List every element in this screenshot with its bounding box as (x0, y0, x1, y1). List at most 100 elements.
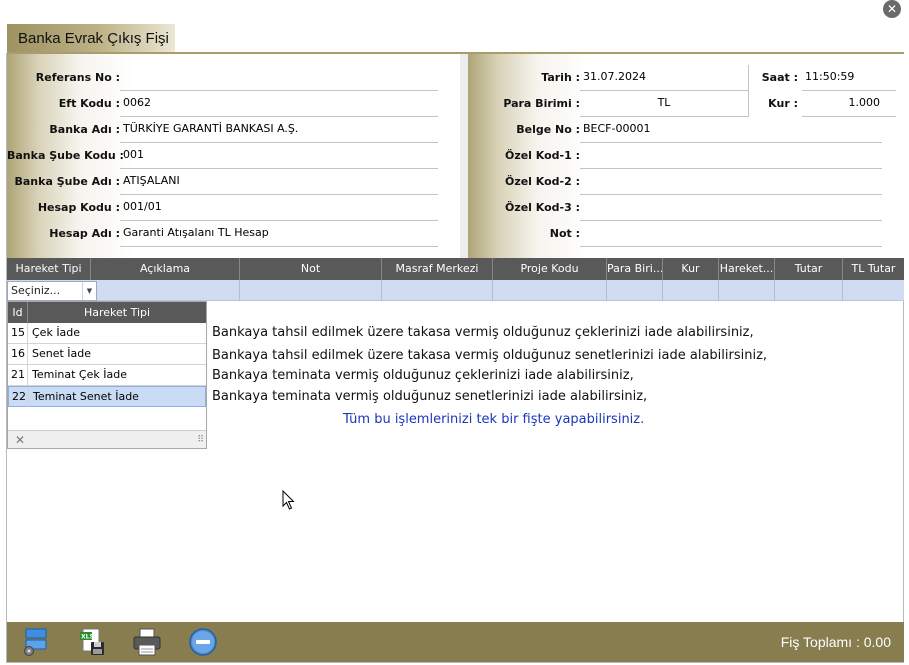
cell-tutar[interactable] (775, 280, 843, 301)
field-label: Not : (549, 227, 580, 240)
hareket-tipi-dropdown: Id Hareket Tipi 15 Çek İade 16 Senet İad… (7, 301, 207, 449)
info-line: Bankaya teminata vermiş olduğunuz çekler… (212, 368, 634, 383)
dropdown-item[interactable]: 21 Teminat Çek İade (8, 365, 206, 386)
tarih-input[interactable]: 31.07.2024 (580, 65, 748, 91)
ozel-kod-3-input[interactable] (580, 195, 882, 221)
dropdown-header-id[interactable]: Id (8, 302, 28, 323)
close-button[interactable]: ✕ (883, 0, 901, 18)
dropdown-item-id: 21 (8, 365, 28, 385)
dropdown-item-name: Çek İade (32, 326, 81, 339)
column-header-hareket-tipi[interactable]: Hareket Tipi (7, 258, 91, 280)
excel-export-icon[interactable]: XLS (77, 627, 107, 657)
field-tarih-saat: Tarih : 31.07.2024 Saat : 11:50:59 (468, 65, 904, 91)
field-label: Özel Kod-1 : (504, 149, 580, 162)
dropdown-item-id: 15 (8, 323, 28, 343)
field-label: Para Birimi : (503, 97, 580, 110)
close-icon[interactable]: ✕ (15, 431, 25, 449)
field-label: Özel Kod-3 : (504, 201, 580, 214)
kur-input[interactable]: 1.000 (802, 91, 896, 117)
panel-divider (460, 54, 468, 258)
svg-text:XLS: XLS (81, 634, 94, 641)
referans-no-input[interactable] (120, 65, 438, 91)
field-label: Banka Şube Adı : (14, 175, 120, 188)
chevron-down-icon[interactable]: ▼ (82, 282, 96, 300)
footer-toolbar: XLS Fiş Toplamı : 0.00 (7, 622, 904, 662)
field-hesap-kodu: Hesap Kodu : 001/01 (7, 195, 460, 221)
info-line: Bankaya tahsil edilmek üzere takasa verm… (212, 348, 768, 363)
dropdown-header: Id Hareket Tipi (8, 302, 206, 323)
cell-tl-tutar[interactable] (843, 280, 904, 301)
dropdown-item-name: Senet İade (32, 347, 92, 360)
column-header-tutar[interactable]: Tutar (775, 258, 843, 280)
column-header-kur[interactable]: Kur (663, 258, 719, 280)
dropdown-item-id: 16 (8, 344, 28, 364)
cell-aciklama[interactable] (91, 280, 240, 301)
column-header-not[interactable]: Not (240, 258, 382, 280)
combo-placeholder: Seçiniz... (11, 284, 61, 297)
field-eft-kodu: Eft Kodu : 0062 (7, 91, 460, 117)
field-label: Hesap Adı : (49, 227, 120, 240)
field-ozel-kod-3: Özel Kod-3 : (468, 195, 904, 221)
field-label: Belge No : (516, 123, 580, 136)
field-banka-adi: Banka Adı : TÜRKİYE GARANTİ BANKASI A.Ş. (7, 117, 460, 143)
field-not: Not : (468, 221, 904, 247)
settings-icon[interactable] (20, 627, 50, 657)
para-birimi-select[interactable]: TL (580, 91, 748, 117)
hesap-adi-input[interactable]: Garanti Atışalanı TL Hesap (120, 221, 438, 247)
bank-info-panel: Referans No : Eft Kodu : 0062 Banka Adı … (7, 54, 460, 258)
cell-not[interactable] (240, 280, 382, 301)
column-header-hareket[interactable]: Hareket... (719, 258, 775, 280)
field-label: Kur : (768, 97, 798, 110)
info-line: Bankaya tahsil edilmek üzere takasa verm… (212, 325, 754, 340)
column-header-proje-kodu[interactable]: Proje Kodu (493, 258, 607, 280)
info-summary: Tüm bu işlemlerinizi tek bir fişte yapab… (343, 412, 645, 427)
cell-masraf-merkezi[interactable] (382, 280, 493, 301)
remove-icon[interactable] (188, 627, 218, 657)
document-info-panel: Tarih : 31.07.2024 Saat : 11:50:59 Para … (468, 54, 904, 258)
ozel-kod-2-input[interactable] (580, 169, 882, 195)
cell-hareket[interactable] (719, 280, 775, 301)
field-label: Tarih : (541, 71, 580, 84)
field-label: Saat : (761, 71, 798, 84)
grid-header: Hareket Tipi Açıklama Not Masraf Merkezi… (7, 258, 904, 280)
window-title: Banka Evrak Çıkış Fişi (7, 24, 175, 53)
dropdown-item-selected[interactable]: 22 Teminat Senet İade (8, 386, 206, 407)
column-header-aciklama[interactable]: Açıklama (91, 258, 240, 280)
not-input[interactable] (580, 221, 882, 247)
field-label: Hesap Kodu : (37, 201, 120, 214)
field-label: Banka Adı : (49, 123, 120, 136)
field-label: Özel Kod-2 : (504, 175, 580, 188)
field-referans-no: Referans No : (7, 65, 460, 91)
grid-new-row: Seçiniz... ▼ (7, 280, 904, 301)
fis-toplami: Fiş Toplamı : 0.00 (780, 634, 891, 650)
dropdown-header-name[interactable]: Hareket Tipi (28, 302, 206, 323)
resize-grip-icon[interactable]: ⠿ (197, 435, 204, 445)
banka-sube-adi-input[interactable]: ATIŞALANI (120, 169, 438, 195)
hesap-kodu-input[interactable]: 001/01 (120, 195, 438, 221)
dropdown-item-name: Teminat Çek İade (32, 368, 127, 381)
dropdown-footer: ✕ ⠿ (8, 430, 206, 448)
print-icon[interactable] (132, 627, 162, 657)
cell-proje-kodu[interactable] (493, 280, 607, 301)
cell-para-birimi[interactable] (607, 280, 663, 301)
mouse-cursor-icon (282, 490, 295, 510)
cell-kur[interactable] (663, 280, 719, 301)
column-header-masraf-merkezi[interactable]: Masraf Merkezi (382, 258, 493, 280)
field-para-birimi-kur: Para Birimi : TL Kur : 1.000 (468, 91, 904, 117)
dropdown-item[interactable]: 15 Çek İade (8, 323, 206, 344)
field-banka-sube-adi: Banka Şube Adı : ATIŞALANI (7, 169, 460, 195)
banka-sube-kodu-input[interactable]: 001 (120, 143, 438, 169)
column-header-para-birimi[interactable]: Para Biri... (607, 258, 663, 280)
eft-kodu-input[interactable]: 0062 (120, 91, 438, 117)
banka-adi-input[interactable]: TÜRKİYE GARANTİ BANKASI A.Ş. (120, 117, 438, 143)
belge-no-input[interactable]: BECF-00001 (580, 117, 882, 143)
column-header-tl-tutar[interactable]: TL Tutar (843, 258, 904, 280)
dropdown-item-name: Teminat Senet İade (33, 390, 139, 403)
field-label: Referans No : (35, 71, 120, 84)
dropdown-item[interactable]: 16 Senet İade (8, 344, 206, 365)
ozel-kod-1-input[interactable] (580, 143, 882, 169)
saat-input[interactable]: 11:50:59 (802, 65, 896, 91)
field-label: Banka Şube Kodu : (7, 149, 124, 162)
hareket-tipi-combo[interactable]: Seçiniz... ▼ (7, 281, 97, 301)
info-line: Bankaya teminata vermiş olduğunuz senetl… (212, 389, 648, 404)
